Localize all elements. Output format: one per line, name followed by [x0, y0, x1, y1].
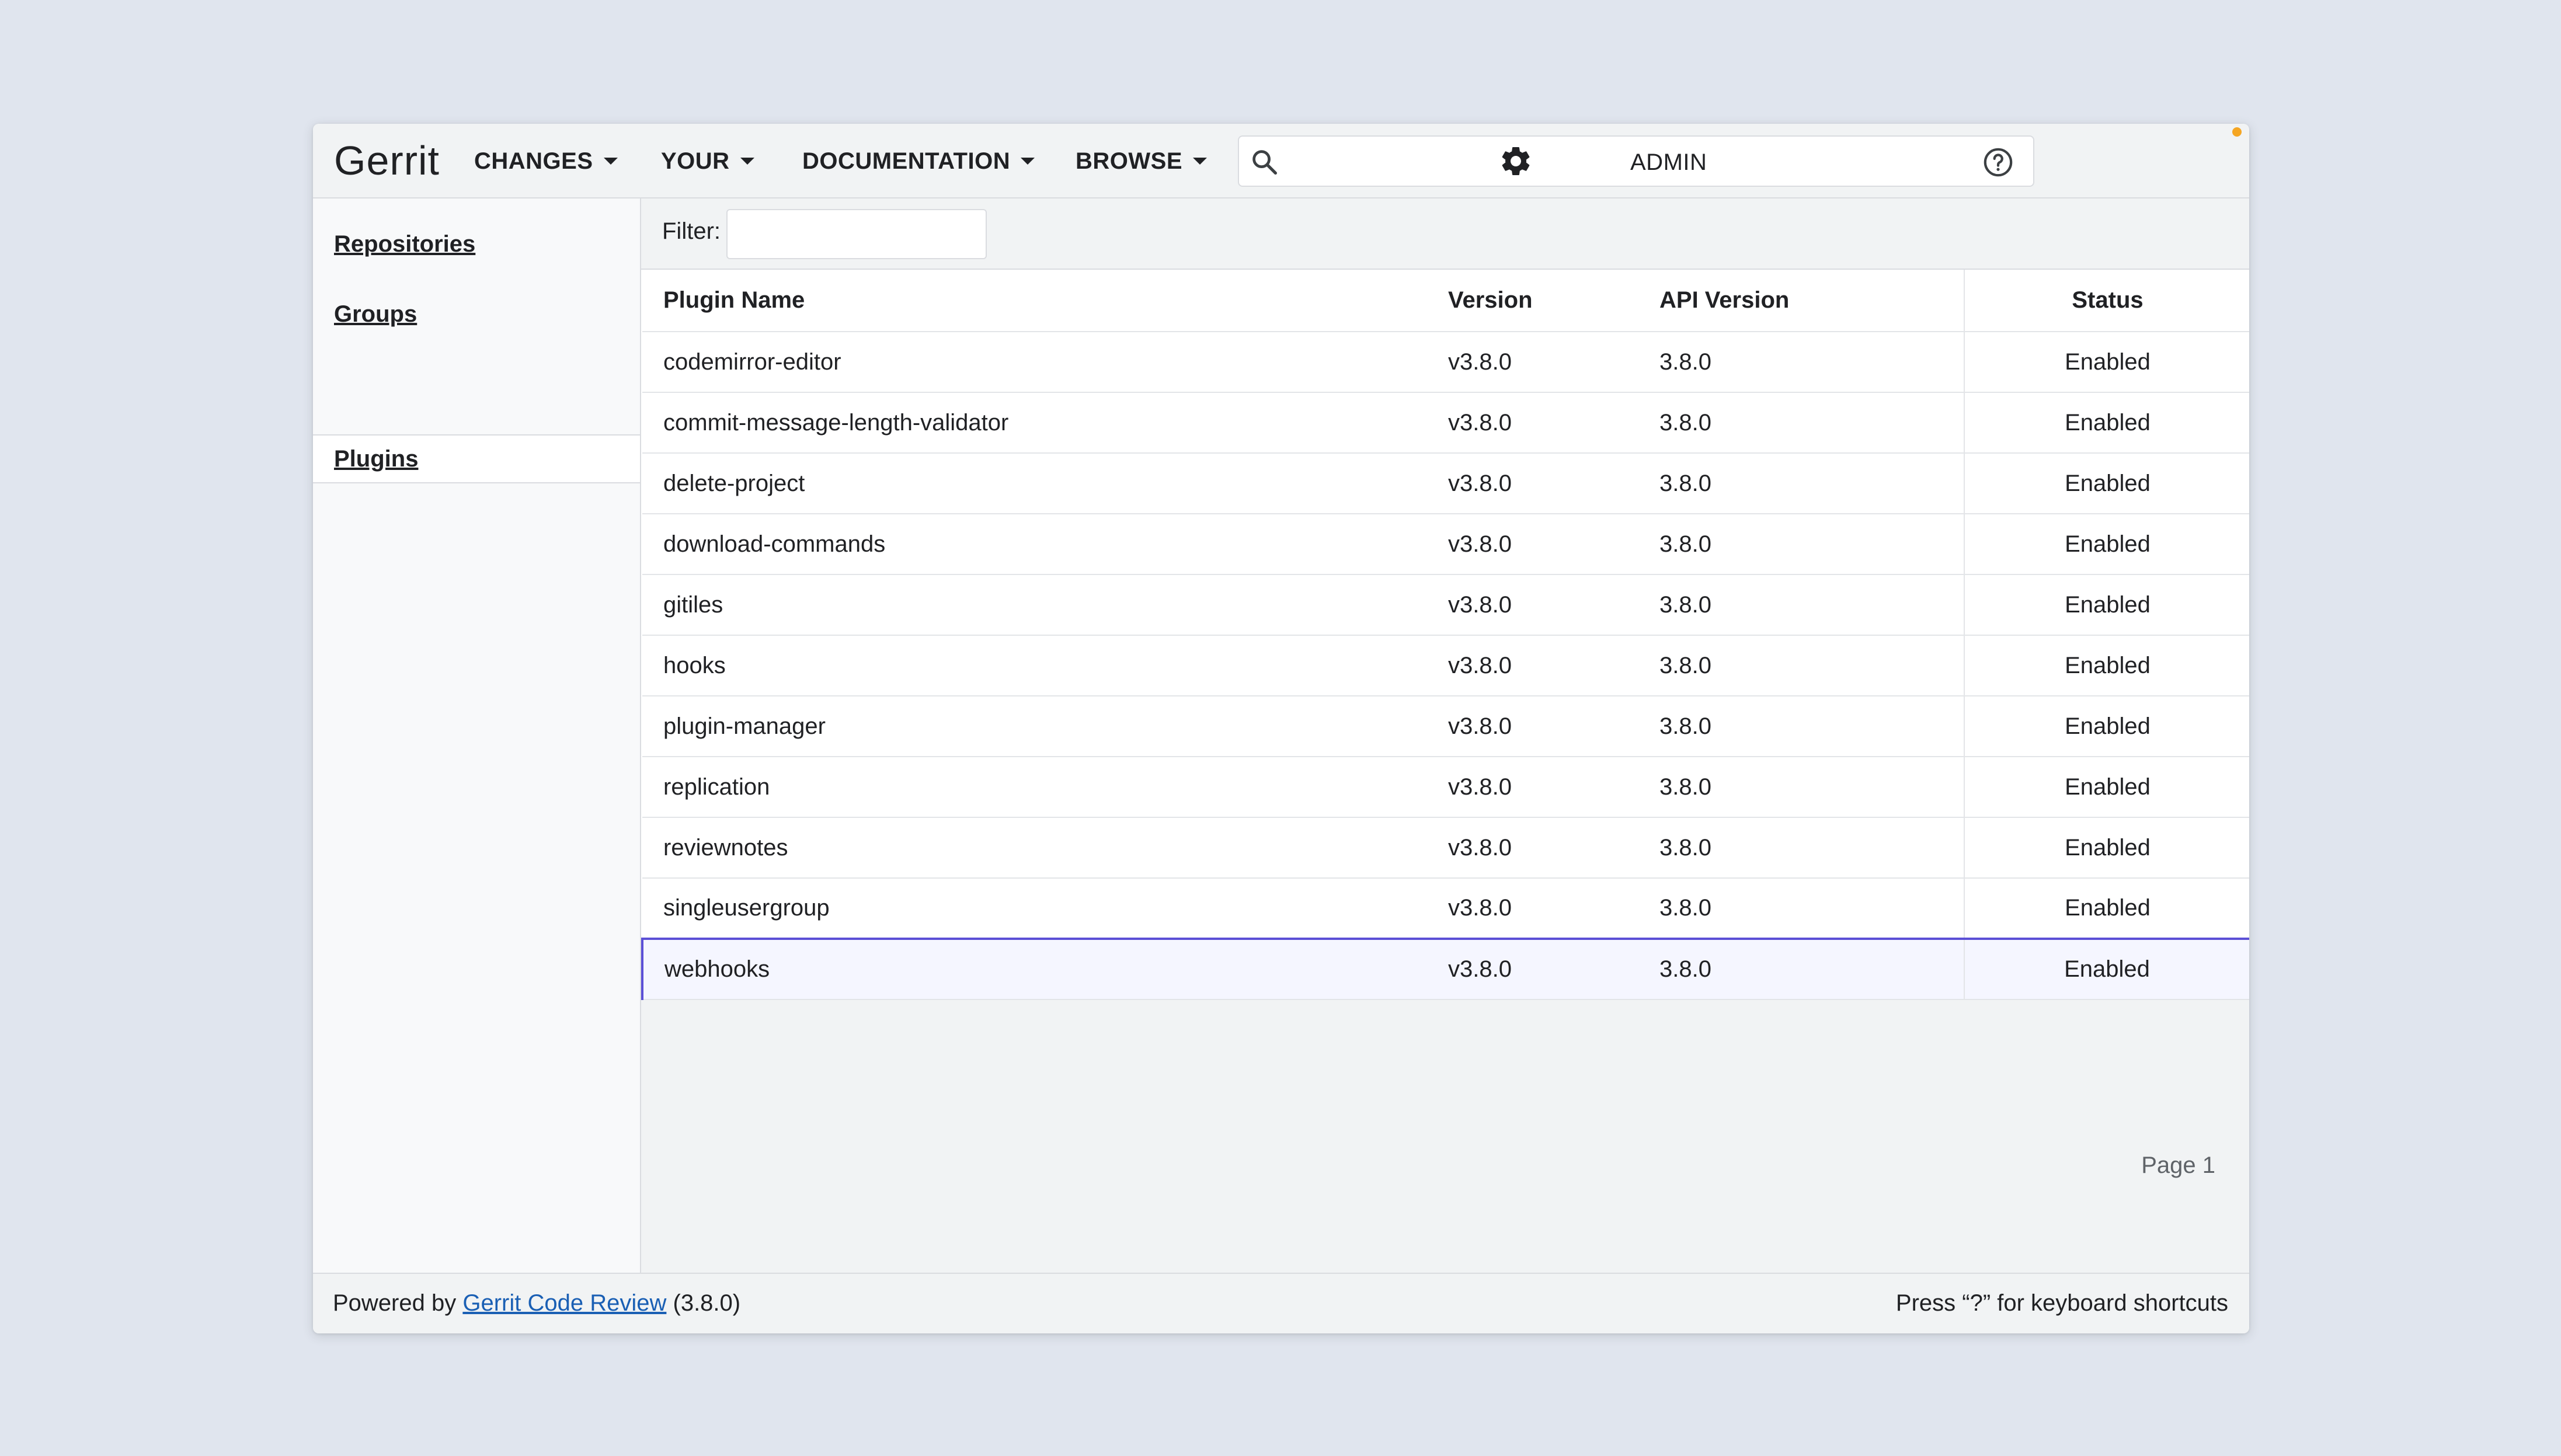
- caret-down-icon: [1193, 158, 1207, 165]
- gerrit-logo[interactable]: Gerrit: [334, 138, 440, 183]
- table-row[interactable]: replication v3.8.0 3.8.0 Enabled: [642, 757, 2249, 818]
- plugin-name[interactable]: replication: [642, 757, 1448, 818]
- plugin-name[interactable]: codemirror-editor: [642, 332, 1448, 393]
- sidebar-item-repositories[interactable]: Repositories: [334, 231, 475, 257]
- plugin-status: Enabled: [1964, 332, 2249, 393]
- caret-down-icon: [740, 158, 754, 165]
- plugin-status: Enabled: [1964, 938, 2249, 1000]
- plugin-status: Enabled: [1964, 878, 2249, 939]
- plugin-name[interactable]: webhooks: [641, 938, 1448, 1000]
- plugin-api-version: 3.8.0: [1659, 757, 1964, 818]
- plugin-api-version: 3.8.0: [1659, 817, 1964, 879]
- keyboard-shortcuts-hint: Press “?” for keyboard shortcuts: [1895, 1290, 2228, 1316]
- plugin-status: Enabled: [1964, 392, 2249, 454]
- table-row[interactable]: download-commands v3.8.0 3.8.0 Enabled: [642, 514, 2249, 575]
- plugin-version: v3.8.0: [1448, 878, 1659, 939]
- column-header-version: Version: [1448, 270, 1659, 332]
- account-label: ADMIN: [1630, 149, 1707, 175]
- plugin-name[interactable]: download-commands: [642, 514, 1448, 575]
- plugin-api-version: 3.8.0: [1659, 332, 1964, 393]
- table-row[interactable]: codemirror-editor v3.8.0 3.8.0 Enabled: [642, 332, 2249, 393]
- plugin-status: Enabled: [1964, 757, 2249, 818]
- table-row[interactable]: hooks v3.8.0 3.8.0 Enabled: [642, 635, 2249, 696]
- plugin-name[interactable]: plugin-manager: [642, 696, 1448, 757]
- filter-label: Filter:: [662, 218, 721, 244]
- plugin-name[interactable]: hooks: [642, 635, 1448, 696]
- plugins-table: Plugin Name Version API Version Status c…: [641, 270, 2249, 1000]
- gerrit-version: (3.8.0): [673, 1290, 741, 1316]
- table-row[interactable]: gitiles v3.8.0 3.8.0 Enabled: [642, 574, 2249, 636]
- plugin-status: Enabled: [1964, 514, 2249, 575]
- nav-changes-label: CHANGES: [474, 148, 593, 174]
- page-footer: Powered by Gerrit Code Review (3.8.0) Pr…: [313, 1273, 2249, 1333]
- nav-browse-label: BROWSE: [1076, 148, 1182, 174]
- top-header: Gerrit CHANGES YOUR DOCUMENTATION BROWSE: [313, 124, 2249, 198]
- plugin-name[interactable]: gitiles: [642, 574, 1448, 636]
- plugin-status: Enabled: [1964, 635, 2249, 696]
- admin-sidebar: Repositories Groups Plugins: [313, 198, 641, 1273]
- plugin-status: Enabled: [1964, 696, 2249, 757]
- plugin-version: v3.8.0: [1448, 332, 1659, 393]
- sidebar-item-groups[interactable]: Groups: [334, 301, 417, 328]
- plugin-version: v3.8.0: [1448, 392, 1659, 454]
- plugin-api-version: 3.8.0: [1659, 574, 1964, 636]
- plugin-version: v3.8.0: [1448, 514, 1659, 575]
- plugin-api-version: 3.8.0: [1659, 392, 1964, 454]
- table-row[interactable]: plugin-manager v3.8.0 3.8.0 Enabled: [642, 696, 2249, 757]
- column-header-plugin-name: Plugin Name: [642, 270, 1448, 332]
- plugin-api-version: 3.8.0: [1659, 635, 1964, 696]
- column-header-api-version: API Version: [1659, 270, 1964, 332]
- plugin-name[interactable]: delete-project: [642, 453, 1448, 514]
- page-indicator: Page 1: [2141, 1152, 2215, 1178]
- nav-your-label: YOUR: [661, 148, 730, 174]
- plugin-api-version: 3.8.0: [1659, 938, 1964, 1000]
- plugin-version: v3.8.0: [1448, 938, 1659, 1000]
- sidebar-item-plugins[interactable]: Plugins: [334, 446, 418, 472]
- powered-by: Powered by Gerrit Code Review (3.8.0): [333, 1290, 740, 1316]
- nav-browse-menu[interactable]: BROWSE: [1076, 145, 1207, 177]
- plugin-version: v3.8.0: [1448, 817, 1659, 879]
- table-row[interactable]: reviewnotes v3.8.0 3.8.0 Enabled: [642, 817, 2249, 879]
- powered-by-prefix: Powered by: [333, 1290, 457, 1316]
- table-row[interactable]: delete-project v3.8.0 3.8.0 Enabled: [642, 453, 2249, 514]
- plugin-api-version: 3.8.0: [1659, 514, 1964, 575]
- help-icon[interactable]: [1982, 146, 2014, 179]
- plugin-api-version: 3.8.0: [1659, 696, 1964, 757]
- filter-bar: Filter:: [641, 198, 2249, 270]
- gerrit-code-review-link[interactable]: Gerrit Code Review: [462, 1290, 666, 1316]
- plugin-api-version: 3.8.0: [1659, 453, 1964, 514]
- plugin-version: v3.8.0: [1448, 635, 1659, 696]
- plugin-version: v3.8.0: [1448, 757, 1659, 818]
- nav-changes-menu[interactable]: CHANGES: [474, 145, 618, 177]
- search-input[interactable]: [1288, 142, 1968, 181]
- plugin-version: v3.8.0: [1448, 453, 1659, 514]
- caret-down-icon: [603, 158, 618, 165]
- filter-input[interactable]: [726, 209, 987, 259]
- gear-icon[interactable]: [1498, 144, 1533, 179]
- column-header-status: Status: [1964, 270, 2249, 332]
- plugin-api-version: 3.8.0: [1659, 878, 1964, 939]
- search-icon: [1252, 150, 1278, 175]
- nav-documentation-label: DOCUMENTATION: [802, 148, 1011, 174]
- plugin-version: v3.8.0: [1448, 574, 1659, 636]
- plugin-name[interactable]: singleusergroup: [642, 878, 1448, 939]
- plugins-main: Filter: Plugin Name Version API Version …: [641, 198, 2249, 1273]
- plugin-version: v3.8.0: [1448, 696, 1659, 757]
- caret-down-icon: [1021, 158, 1035, 165]
- notification-dot: [2232, 127, 2242, 137]
- plugin-status: Enabled: [1964, 453, 2249, 514]
- table-row[interactable]: commit-message-length-validator v3.8.0 3…: [642, 392, 2249, 454]
- plugin-status: Enabled: [1964, 817, 2249, 879]
- table-header-row: Plugin Name Version API Version Status: [642, 270, 2249, 332]
- nav-your-menu[interactable]: YOUR: [661, 145, 754, 177]
- plugin-name[interactable]: commit-message-length-validator: [642, 392, 1448, 454]
- plugin-status: Enabled: [1964, 574, 2249, 636]
- nav-documentation-menu[interactable]: DOCUMENTATION: [802, 145, 1035, 177]
- plugin-name[interactable]: reviewnotes: [642, 817, 1448, 879]
- table-row[interactable]: singleusergroup v3.8.0 3.8.0 Enabled: [642, 878, 2249, 939]
- app-window: Gerrit CHANGES YOUR DOCUMENTATION BROWSE: [313, 124, 2249, 1333]
- table-row-selected[interactable]: webhooks v3.8.0 3.8.0 Enabled: [641, 938, 2249, 1000]
